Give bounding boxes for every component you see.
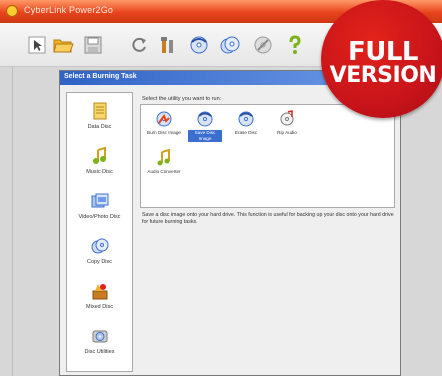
- utility-burn-disc-image[interactable]: Burn Disc Image: [147, 110, 181, 136]
- pointer-button[interactable]: [24, 32, 50, 58]
- tools-button[interactable]: [155, 32, 181, 58]
- audio-converter-icon: [157, 149, 170, 166]
- sidebar-item-label: Video/Photo Disc: [78, 214, 121, 220]
- save-button[interactable]: [80, 32, 106, 58]
- pointer-icon: [28, 36, 46, 54]
- utility-label: Rip Audio: [277, 130, 297, 135]
- data-disc-icon: [93, 102, 106, 120]
- sidebar-item-mixed-disc[interactable]: Mixed Disc: [67, 281, 132, 323]
- task-sidebar: Data Disc Music Disc Video/Photo Disc Co…: [66, 92, 133, 372]
- burning-task-dialog: Select a Burning Task Data Disc Music Di…: [59, 70, 401, 376]
- help-button[interactable]: [282, 32, 308, 58]
- utility-save-disc-image[interactable]: Save Disc Image: [188, 110, 222, 142]
- refresh-button[interactable]: [126, 32, 152, 58]
- burn-disc-icon: [190, 36, 208, 54]
- sidebar-item-video-photo-disc[interactable]: Video/Photo Disc: [67, 191, 132, 233]
- utility-label: Audio Converter: [147, 169, 181, 174]
- sidebar-item-label: Music Disc: [86, 169, 113, 175]
- sidebar-item-label: Copy Disc: [86, 259, 113, 265]
- copy-disc-icon: [91, 238, 108, 254]
- save-disc-image-icon: [197, 111, 213, 127]
- rip-audio-icon: [280, 110, 294, 126]
- utility-audio-converter[interactable]: Audio Converter: [147, 149, 181, 175]
- badge-line-2: VERSION: [329, 63, 437, 88]
- utility-panel: Burn Disc Image Save Disc Image Erase Di…: [140, 104, 395, 208]
- sidebar-item-music-disc[interactable]: Music Disc: [67, 146, 132, 188]
- utility-erase-disc[interactable]: Erase Disc: [229, 110, 263, 136]
- copy-button[interactable]: [217, 32, 243, 58]
- burn-button[interactable]: [186, 32, 212, 58]
- mixed-disc-icon: [92, 284, 107, 300]
- video-photo-disc-icon: [91, 193, 108, 208]
- utility-rip-audio[interactable]: Rip Audio: [270, 110, 304, 136]
- copy-disc-icon: [220, 36, 240, 54]
- sidebar-item-label: Disc Utilities: [84, 349, 115, 355]
- sidebar-item-disc-utilities[interactable]: Disc Utilities: [67, 326, 132, 368]
- open-button[interactable]: [50, 32, 76, 58]
- erase-disc-icon: [254, 36, 272, 54]
- utility-description: Save a disc image onto your hard drive. …: [142, 212, 394, 225]
- utility-label: Burn Disc Image: [147, 130, 181, 135]
- full-version-badge: FULL VERSION: [321, 0, 442, 118]
- disc-utilities-icon: [92, 330, 107, 343]
- tools-icon: [161, 37, 173, 53]
- erase-button[interactable]: [250, 32, 276, 58]
- sidebar-item-data-disc[interactable]: Data Disc: [67, 101, 132, 143]
- app-logo-icon: [6, 5, 18, 17]
- help-icon: [289, 35, 301, 54]
- music-disc-icon: [92, 146, 106, 164]
- sidebar-item-copy-disc[interactable]: Copy Disc: [67, 236, 132, 278]
- save-icon: [84, 36, 102, 54]
- burn-disc-image-icon: [156, 111, 172, 127]
- folder-open-icon: [53, 39, 74, 53]
- utility-label: Save Disc Image: [188, 130, 222, 142]
- utility-prompt: Select the utility you want to run:: [142, 96, 222, 102]
- app-title: CyberLink Power2Go: [24, 5, 114, 15]
- erase-disc-icon: [238, 111, 254, 127]
- refresh-icon: [132, 37, 146, 52]
- dialog-title: Select a Burning Task: [64, 73, 137, 80]
- sidebar-item-label: Data Disc: [87, 124, 112, 130]
- utility-label: Erase Disc: [234, 130, 258, 135]
- divider: [12, 67, 13, 376]
- sidebar-item-label: Mixed Disc: [86, 304, 113, 310]
